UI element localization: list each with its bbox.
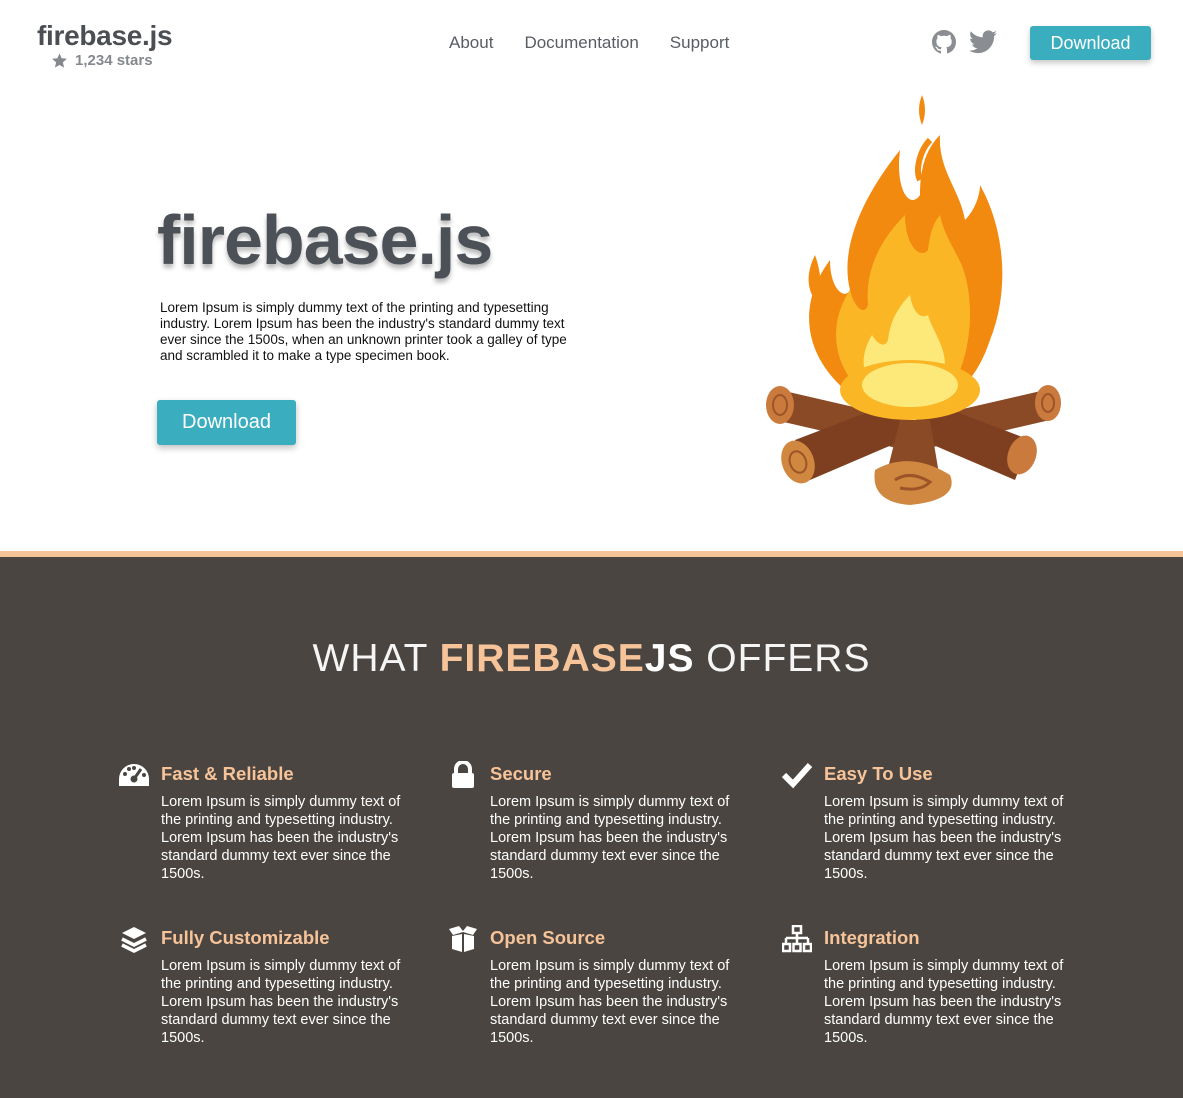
- feature-text: Lorem Ipsum is simply dummy text of the …: [161, 958, 401, 1046]
- site-logo[interactable]: firebase.js: [37, 20, 173, 52]
- network-icon: [780, 924, 814, 954]
- nav-documentation[interactable]: Documentation: [524, 33, 638, 53]
- lock-icon: [446, 760, 480, 790]
- feature-title: Secure: [490, 763, 552, 784]
- campfire-illustration: [766, 95, 1061, 505]
- nav-support[interactable]: Support: [670, 33, 730, 53]
- features-section: WHAT FIREBASEJS OFFERS Fast & Reliable L…: [0, 551, 1183, 1098]
- features-heading-prefix: WHAT: [312, 637, 440, 680]
- dashboard-icon: [117, 760, 151, 790]
- features-heading-js: JS: [644, 637, 695, 680]
- github-icon[interactable]: [932, 30, 956, 54]
- feature-text: Lorem Ipsum is simply dummy text of the …: [490, 794, 730, 882]
- features-heading: WHAT FIREBASEJS OFFERS: [0, 637, 1183, 681]
- layers-icon: [117, 924, 151, 954]
- nav-about[interactable]: About: [449, 33, 493, 53]
- checkmark-icon: [780, 760, 814, 790]
- feature-title: Open Source: [490, 927, 606, 948]
- site-header: firebase.js 1,234 stars About Documentat…: [0, 0, 1183, 90]
- star-count-label: 1,234 stars: [75, 52, 153, 69]
- feature-text: Lorem Ipsum is simply dummy text of the …: [824, 794, 1064, 882]
- feature-text: Lorem Ipsum is simply dummy text of the …: [824, 958, 1064, 1046]
- feature-title: Fast & Reliable: [161, 763, 294, 784]
- star-count: 1,234 stars: [51, 52, 153, 69]
- twitter-icon[interactable]: [969, 30, 997, 54]
- star-icon: [52, 53, 67, 68]
- hero-title: firebase.js: [157, 201, 493, 279]
- feature-text: Lorem Ipsum is simply dummy text of the …: [490, 958, 730, 1046]
- feature-title: Easy To Use: [824, 763, 933, 784]
- hero-description: Lorem Ipsum is simply dummy text of the …: [160, 300, 567, 363]
- feature-title: Integration: [824, 927, 920, 948]
- features-heading-suffix: OFFERS: [694, 637, 871, 680]
- feature-title: Fully Customizable: [161, 927, 330, 948]
- campfire-flames: [808, 95, 1003, 420]
- open-box-icon: [446, 924, 480, 954]
- social-links: [932, 30, 997, 54]
- header-download-button[interactable]: Download: [1030, 26, 1151, 60]
- hero-download-button[interactable]: Download: [157, 400, 296, 445]
- main-nav: About Documentation Support: [449, 33, 729, 53]
- feature-text: Lorem Ipsum is simply dummy text of the …: [161, 794, 401, 882]
- features-heading-brand: FIREBASE: [439, 637, 645, 680]
